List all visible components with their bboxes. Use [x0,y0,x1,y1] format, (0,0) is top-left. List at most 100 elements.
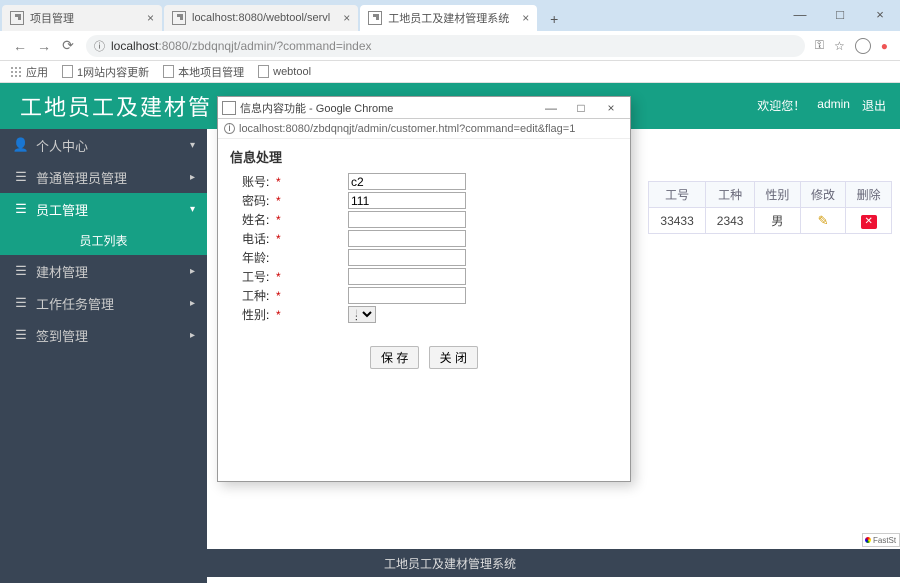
stack-icon: ☰ [14,201,28,217]
popup-close-button[interactable]: × [596,101,626,115]
site-info-icon[interactable]: i [224,123,235,134]
jobtype-input[interactable] [348,287,466,304]
apps-icon [10,66,22,78]
tab-label: 项目管理 [30,10,74,26]
cell-jobtype: 2343 [706,208,755,234]
popup-maximize-button[interactable]: □ [566,101,596,115]
chevron-right-icon: ▸ [190,266,195,277]
sidebar-subitem-employee-list[interactable]: 员工列表 [0,225,207,255]
chevron-down-icon: ▾ [190,140,195,151]
page-icon [258,65,269,78]
bookmark-item[interactable]: webtool [258,65,311,78]
sidebar-item-employee[interactable]: ☰ 员工管理 ▾ [0,193,207,225]
addr-host: localhost [111,39,158,53]
star-icon[interactable]: ☆ [834,39,845,53]
table-row: 33433 2343 男 ✎ ✕ [649,208,892,234]
edit-icon[interactable]: ✎ [818,213,829,228]
account-input[interactable] [348,173,466,190]
maximize-button[interactable]: □ [820,0,860,28]
key-icon[interactable]: ⚿ [815,38,824,53]
addr-path: :8080/zbdqnqjt/admin/?command=index [158,39,371,53]
minimize-button[interactable]: — [780,0,820,28]
menu-icon[interactable]: ● [881,39,888,53]
field-phone: 电话:* [230,229,618,248]
field-name: 姓名:* [230,210,618,229]
stack-icon: ☰ [14,263,28,279]
profile-icon[interactable] [855,38,871,54]
sidebar-item-checkin[interactable]: ☰ 签到管理 ▸ [0,319,207,351]
phone-input[interactable] [348,230,466,247]
page-icon [62,65,73,78]
chevron-down-icon: ▾ [190,204,195,215]
footer: 工地员工及建材管理系统 [0,549,900,577]
logout-link[interactable]: 退出 [862,97,886,114]
apps-button[interactable]: 应用 [10,64,48,80]
browser-tabstrip: 项目管理 × localhost:8080/webtool/servl × 工地… [0,0,900,31]
chevron-right-icon: ▸ [190,298,195,309]
tab-label: 工地员工及建材管理系统 [388,10,509,26]
bookmark-item[interactable]: 本地项目管理 [163,64,244,80]
close-icon[interactable]: × [147,11,154,25]
table-header-row: 工号 工种 性别 修改 删除 [649,182,892,208]
cell-delete: ✕ [846,208,892,234]
field-empno: 工号:* [230,267,618,286]
stack-icon: ☰ [14,169,28,185]
bookmark-item[interactable]: 1网站内容更新 [62,64,149,80]
window-controls: — □ × [780,0,900,28]
forward-button[interactable]: → [32,38,56,54]
empno-input[interactable] [348,268,466,285]
popup-titlebar[interactable]: 信息内容功能 - Google Chrome — □ × [218,97,630,119]
reload-button[interactable]: ⟳ [56,37,80,54]
cell-gender: 男 [755,208,801,234]
welcome-text: 欢迎您！ [757,97,805,114]
cell-empno: 33433 [649,208,706,234]
toolbar-right: ⚿ ☆ ● [811,38,892,54]
gender-select[interactable]: 男 [348,306,376,323]
col-empno: 工号 [649,182,706,208]
address-bar[interactable]: ⓘ localhost :8080/zbdqnqjt/admin/?comman… [86,35,805,57]
admin-link[interactable]: admin [817,97,850,114]
name-input[interactable] [348,211,466,228]
password-input[interactable] [348,192,466,209]
age-input[interactable] [348,249,466,266]
address-bar-row: ← → ⟳ ⓘ localhost :8080/zbdqnqjt/admin/?… [0,31,900,61]
chevron-right-icon: ▸ [190,330,195,341]
back-button[interactable]: ← [8,38,32,54]
close-icon[interactable]: × [522,11,529,25]
popup-minimize-button[interactable]: — [536,101,566,115]
sidebar: 👤 个人中心 ▾ ☰ 普通管理员管理 ▸ ☰ 员工管理 ▾ 员工列表 ☰ 建材管… [0,129,207,583]
page-icon [368,11,382,25]
browser-tab[interactable]: localhost:8080/webtool/servl × [164,5,358,31]
popup-url: localhost:8080/zbdqnqjt/admin/customer.h… [239,123,575,135]
faststone-icon [865,537,871,543]
field-account: 账号:* [230,172,618,191]
browser-tab[interactable]: 项目管理 × [2,5,162,31]
page-icon [10,11,24,25]
new-tab-button[interactable]: + [543,8,565,30]
cell-edit: ✎ [800,208,846,234]
page-icon [172,11,186,25]
popup-heading: 信息处理 [230,147,618,166]
field-password: 密码:* [230,191,618,210]
delete-icon[interactable]: ✕ [861,215,877,229]
col-delete: 删除 [846,182,892,208]
sidebar-item-profile[interactable]: 👤 个人中心 ▾ [0,129,207,161]
popup-body: 信息处理 账号:* 密码:* 姓名:* 电话:* 年龄: 工号:* 工种:* [218,139,630,481]
page-icon [163,65,174,78]
site-info-icon[interactable]: ⓘ [94,38,105,54]
browser-tab-active[interactable]: 工地员工及建材管理系统 × [360,5,537,31]
sidebar-item-task[interactable]: ☰ 工作任务管理 ▸ [0,287,207,319]
tab-label: localhost:8080/webtool/servl [192,12,330,24]
close-icon[interactable]: × [343,11,350,25]
close-window-button[interactable]: × [860,0,900,28]
close-button[interactable]: 关 闭 [429,346,478,369]
chevron-right-icon: ▸ [190,172,195,183]
col-gender: 性别 [755,182,801,208]
stack-icon: ☰ [14,327,28,343]
sidebar-item-material[interactable]: ☰ 建材管理 ▸ [0,255,207,287]
sidebar-item-admin[interactable]: ☰ 普通管理员管理 ▸ [0,161,207,193]
page-icon [222,101,236,115]
save-button[interactable]: 保 存 [370,346,419,369]
popup-title: 信息内容功能 - Google Chrome [240,100,393,116]
popup-address-bar[interactable]: i localhost:8080/zbdqnqjt/admin/customer… [218,119,630,139]
